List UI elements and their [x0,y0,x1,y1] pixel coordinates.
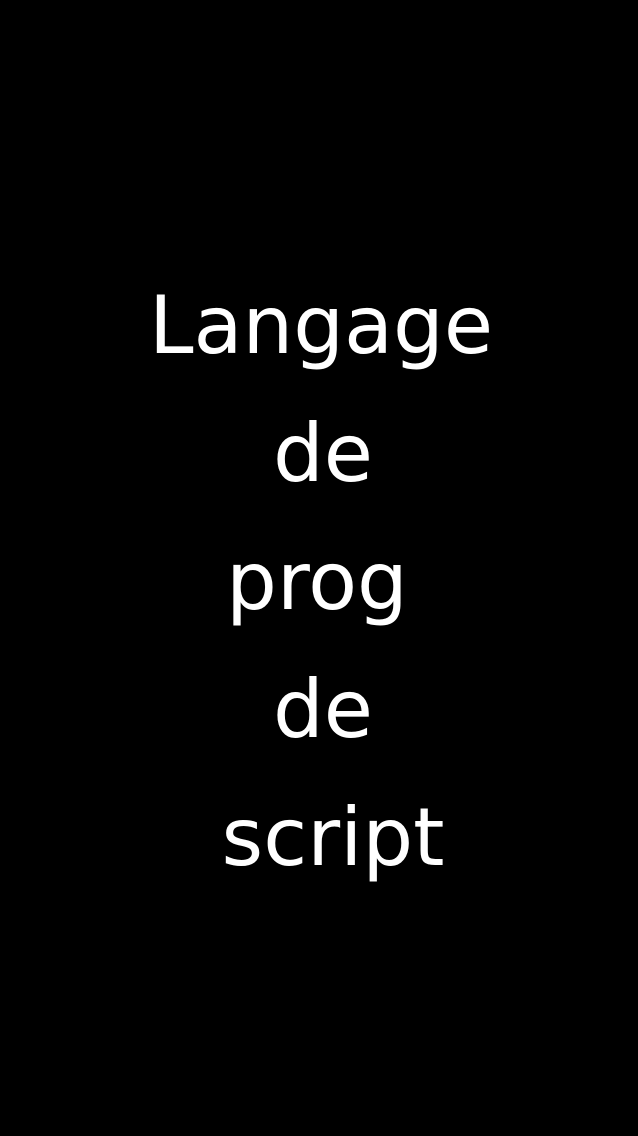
tile-screen: Langage de prog de script [0,0,638,1136]
text-line-1: Langage [148,279,494,372]
text-line-5: script [221,791,445,884]
text-line-2: de [273,407,373,500]
text-line-4: de [273,663,373,756]
text-line-3: prog [226,535,408,628]
